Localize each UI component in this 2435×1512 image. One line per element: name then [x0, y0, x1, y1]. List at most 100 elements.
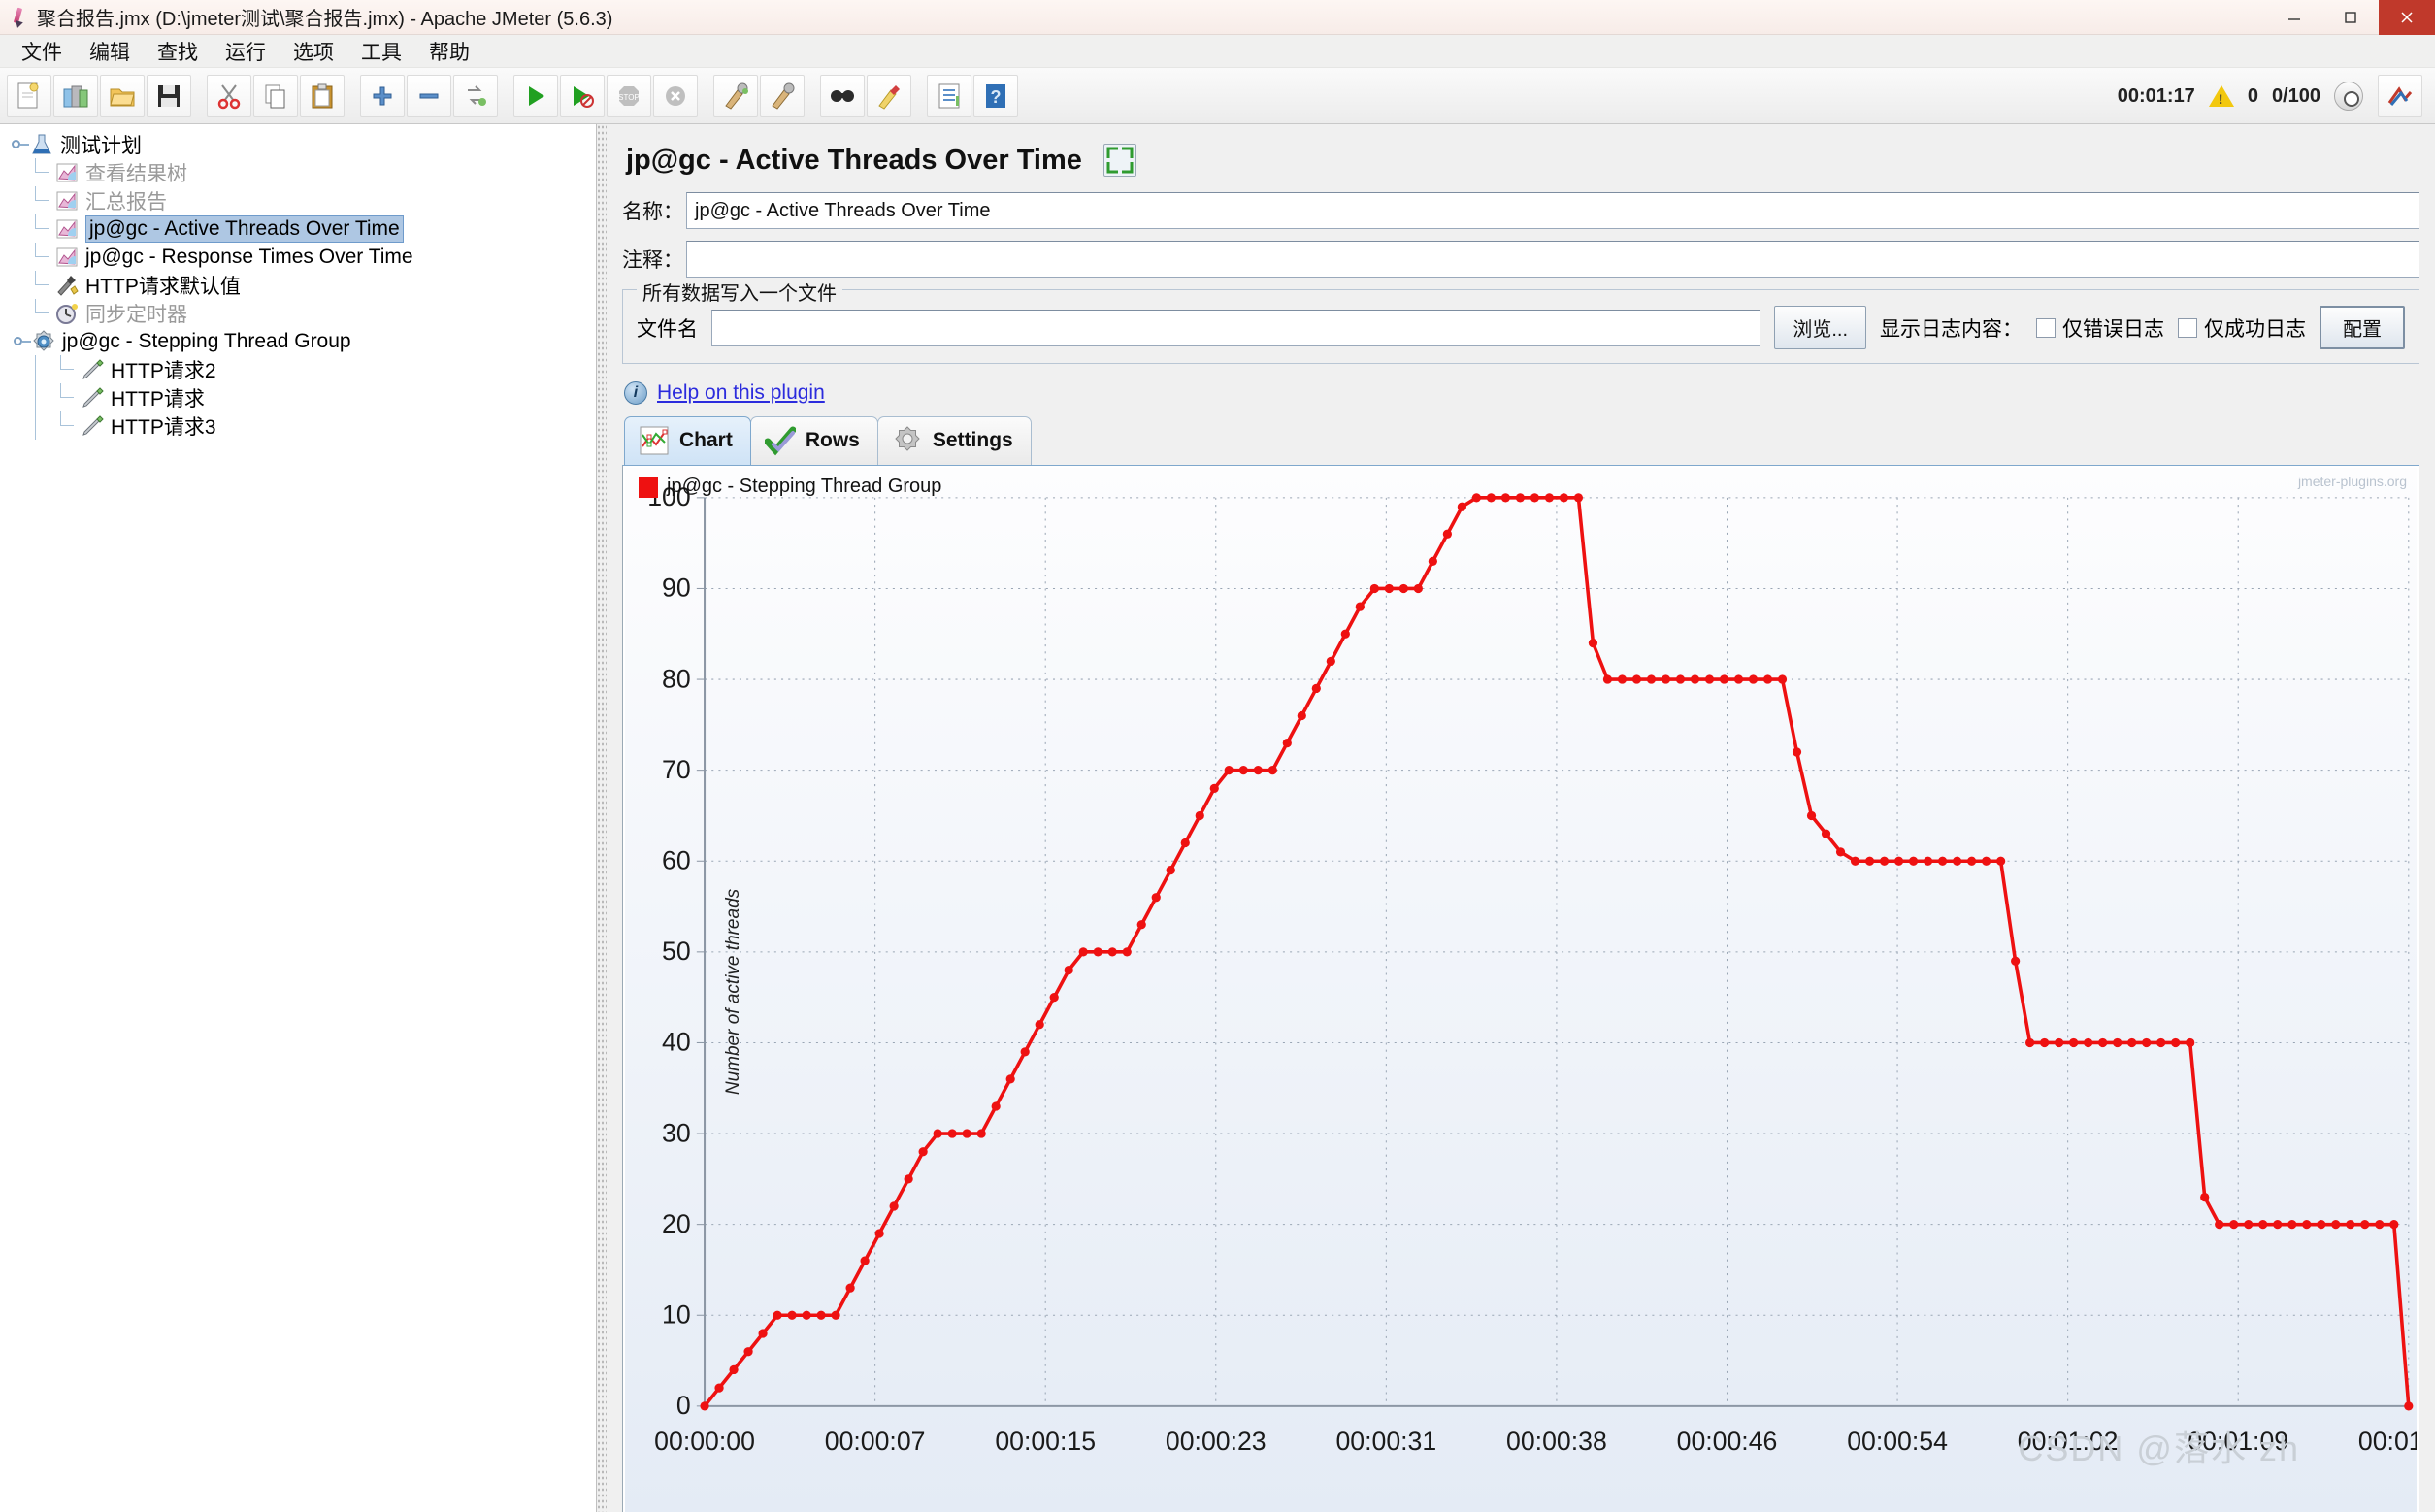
- svg-text:00:00:54: 00:00:54: [1847, 1427, 1948, 1456]
- toggle-icon[interactable]: [453, 74, 498, 117]
- comment-input[interactable]: [686, 241, 2419, 278]
- tree-item-label: HTTP请求2: [111, 359, 216, 382]
- menu-tools[interactable]: 工具: [347, 34, 415, 69]
- checkbox-box[interactable]: [2036, 317, 2056, 338]
- clear-icon[interactable]: [713, 74, 758, 117]
- new-icon[interactable]: [7, 74, 51, 117]
- name-input[interactable]: jp@gc - Active Threads Over Time: [686, 192, 2419, 229]
- expand-icon[interactable]: [360, 74, 405, 117]
- svg-text:90: 90: [662, 574, 691, 603]
- help-on-plugin-link[interactable]: Help on this plugin: [657, 381, 825, 405]
- thread-status-icon[interactable]: [2334, 82, 2363, 111]
- elapsed-time: 00:01:17: [2117, 84, 2195, 107]
- comment-row: 注释：: [622, 241, 2419, 278]
- configure-button[interactable]: 配置: [2320, 306, 2405, 349]
- tree-item-label: 测试计划: [60, 134, 142, 157]
- write-all-data-group: 所有数据写入一个文件 文件名 浏览... 显示日志内容： 仅错误日志 仅成功日志…: [622, 278, 2419, 364]
- tree-item-http-request-defaults[interactable]: HTTP请求默认值: [0, 271, 596, 299]
- sampler-icon: [80, 385, 105, 411]
- help-link-row: i Help on this plugin: [624, 381, 2419, 405]
- expand-collapse-icon[interactable]: [1102, 144, 1136, 177]
- menu-edit[interactable]: 编辑: [76, 34, 144, 69]
- menu-search[interactable]: 查找: [144, 34, 212, 69]
- tree-item-active-threads-over-time[interactable]: jp@gc - Active Threads Over Time: [0, 214, 596, 243]
- tree-item-label: 同步定时器: [85, 303, 187, 326]
- copy-icon[interactable]: [253, 74, 298, 117]
- menu-file[interactable]: 文件: [8, 34, 76, 69]
- maximize-button[interactable]: [2322, 0, 2379, 35]
- listener-icon: [54, 245, 80, 270]
- start-no-pauses-icon[interactable]: [560, 74, 605, 117]
- tree-connector: [29, 214, 54, 243]
- chart-tab-icon: [639, 425, 670, 456]
- test-plan-tree[interactable]: 测试计划 查看结果树 汇总报告 jp@gc - Active Threads O…: [0, 124, 597, 1512]
- listener-tabs: Chart Rows Settings: [624, 416, 2419, 465]
- tab-label: Rows: [805, 429, 860, 451]
- tree-connector: [54, 355, 80, 383]
- window-title: 聚合报告.jmx (D:\jmeter测试\聚合报告.jmx) - Apache…: [37, 9, 613, 30]
- expander-icon[interactable]: [12, 333, 31, 350]
- timer-icon: [54, 301, 80, 326]
- listener-icon: [54, 188, 80, 214]
- tree-item-response-times-over-time[interactable]: jp@gc - Response Times Over Time: [0, 243, 596, 271]
- sampler-icon: [80, 413, 105, 439]
- checkbox-box[interactable]: [2178, 317, 2197, 338]
- cut-icon[interactable]: [207, 74, 251, 117]
- svg-text:STOP: STOP: [618, 93, 640, 102]
- start-icon[interactable]: [513, 74, 558, 117]
- svg-text:70: 70: [662, 755, 691, 784]
- tree-item-test-plan[interactable]: 测试计划: [0, 130, 596, 158]
- svg-text:?: ?: [991, 87, 1002, 107]
- chart-container[interactable]: jp@gc - Stepping Thread Group jmeter-plu…: [622, 465, 2419, 1512]
- function-helper-icon[interactable]: [927, 74, 971, 117]
- menu-options[interactable]: 选项: [280, 34, 347, 69]
- tree-item-stepping-thread-group[interactable]: jp@gc - Stepping Thread Group: [0, 327, 596, 355]
- errors-only-checkbox[interactable]: 仅错误日志: [2036, 313, 2164, 343]
- warning-icon[interactable]: [2208, 85, 2234, 107]
- svg-text:20: 20: [662, 1209, 691, 1238]
- paste-icon[interactable]: [300, 74, 345, 117]
- expander-icon[interactable]: [10, 136, 29, 153]
- svg-text:50: 50: [662, 937, 691, 966]
- tab-rows[interactable]: Rows: [749, 416, 878, 465]
- filename-input[interactable]: [711, 309, 1761, 346]
- browse-button[interactable]: 浏览...: [1774, 306, 1866, 349]
- help-icon[interactable]: ?: [973, 74, 1018, 117]
- search-icon[interactable]: [820, 74, 865, 117]
- errors-only-label: 仅错误日志: [2062, 317, 2164, 341]
- success-only-checkbox[interactable]: 仅成功日志: [2178, 313, 2306, 343]
- reset-search-icon[interactable]: [867, 74, 911, 117]
- tree-item-synchronizing-timer[interactable]: 同步定时器: [0, 299, 596, 327]
- tab-settings[interactable]: Settings: [876, 416, 1032, 465]
- tree-connector: [29, 411, 54, 440]
- tree-item-label: 查看结果树: [85, 162, 187, 185]
- chart-legend[interactable]: jp@gc - Stepping Thread Group: [639, 476, 941, 498]
- tree-connector: [29, 158, 54, 186]
- tree-item-http-request[interactable]: HTTP请求: [0, 383, 596, 411]
- close-button[interactable]: [2379, 0, 2435, 35]
- tree-item-label: 汇总报告: [85, 190, 167, 214]
- tab-chart[interactable]: Chart: [624, 416, 751, 465]
- svg-text:00:00:31: 00:00:31: [1335, 1427, 1436, 1456]
- collapse-icon[interactable]: [407, 74, 451, 117]
- menu-run[interactable]: 运行: [212, 34, 280, 69]
- split-divider[interactable]: [597, 124, 607, 1512]
- clear-all-icon[interactable]: [760, 74, 805, 117]
- svg-text:00:01:17: 00:01:17: [2358, 1427, 2417, 1456]
- templates-icon[interactable]: [53, 74, 98, 117]
- stop-icon[interactable]: STOP: [607, 74, 651, 117]
- save-icon[interactable]: [147, 74, 191, 117]
- menu-help[interactable]: 帮助: [415, 34, 483, 69]
- tree-item-http-request-3[interactable]: HTTP请求3: [0, 411, 596, 440]
- minimize-button[interactable]: [2266, 0, 2322, 35]
- tree-connector: [29, 271, 54, 299]
- open-icon[interactable]: [100, 74, 145, 117]
- shutdown-icon[interactable]: [653, 74, 698, 117]
- log-display-label: 显示日志内容：: [1880, 317, 2023, 341]
- page-title-row: jp@gc - Active Threads Over Time: [626, 144, 2419, 177]
- tree-item-summary-report[interactable]: 汇总报告: [0, 186, 596, 214]
- tree-item-http-request-2[interactable]: HTTP请求2: [0, 355, 596, 383]
- chart-svg: 010203040506070809010000:00:00 00:00:07 00…: [647, 482, 2417, 1456]
- tree-item-label: HTTP请求3: [111, 415, 216, 439]
- tree-item-view-results-tree[interactable]: 查看结果树: [0, 158, 596, 186]
